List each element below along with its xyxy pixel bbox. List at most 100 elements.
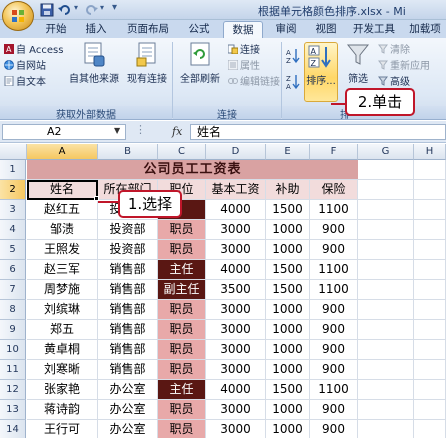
- tab-formulas[interactable]: 公式: [180, 21, 218, 38]
- table-cell[interactable]: 办公室: [98, 380, 158, 400]
- formula-input[interactable]: 姓名: [190, 124, 446, 140]
- table-cell[interactable]: 职员: [158, 360, 206, 380]
- table-cell[interactable]: 销售部: [98, 360, 158, 380]
- name-box[interactable]: A2: [2, 124, 126, 140]
- undo-icon[interactable]: [58, 3, 72, 17]
- table-cell[interactable]: [358, 260, 414, 280]
- table-cell[interactable]: [358, 380, 414, 400]
- table-cell[interactable]: 蒋诗韵: [27, 400, 98, 420]
- edit-links-button[interactable]: 编辑链接: [228, 76, 280, 90]
- clear-button[interactable]: 清除: [378, 44, 410, 58]
- table-cell[interactable]: 王照发: [27, 240, 98, 260]
- row-header-6[interactable]: 6: [0, 260, 26, 280]
- row-header-14[interactable]: 14: [0, 420, 26, 438]
- table-cell[interactable]: [358, 240, 414, 260]
- table-cell[interactable]: 投资部: [98, 240, 158, 260]
- table-title-cell[interactable]: 公司员工工资表: [27, 160, 358, 180]
- table-cell[interactable]: 1100: [310, 280, 358, 300]
- table-cell[interactable]: [414, 380, 446, 400]
- table-cell[interactable]: 赵红五: [27, 200, 98, 220]
- table-cell[interactable]: 1100: [310, 200, 358, 220]
- sort-button[interactable]: A Z 排序...: [304, 44, 338, 87]
- table-cell[interactable]: 张家艳: [27, 380, 98, 400]
- undo-dropdown-icon[interactable]: ▾: [74, 3, 78, 12]
- table-cell[interactable]: [414, 200, 446, 220]
- table-cell[interactable]: 1500: [266, 280, 310, 300]
- table-cell[interactable]: 主任: [158, 380, 206, 400]
- table-cell[interactable]: 900: [310, 360, 358, 380]
- table-cell[interactable]: [358, 180, 414, 200]
- worksheet-grid[interactable]: A B C D E F G H 12姓名所在部门职位基本工资补助保险3赵红五投资…: [0, 144, 446, 438]
- row-header-8[interactable]: 8: [0, 300, 26, 320]
- row-header-10[interactable]: 10: [0, 340, 26, 360]
- table-cell[interactable]: 3000: [206, 220, 266, 240]
- from-access-button[interactable]: A 自 Access: [4, 44, 63, 58]
- redo-icon[interactable]: [84, 3, 98, 17]
- column-heading-cell[interactable]: 保险: [310, 180, 358, 200]
- table-cell[interactable]: [414, 220, 446, 240]
- table-cell[interactable]: 职员: [158, 400, 206, 420]
- table-cell[interactable]: 1000: [266, 300, 310, 320]
- table-cell[interactable]: [358, 400, 414, 420]
- table-cell[interactable]: 办公室: [98, 400, 158, 420]
- row-header-4[interactable]: 4: [0, 220, 26, 240]
- table-cell[interactable]: 1500: [266, 200, 310, 220]
- column-header-a[interactable]: A: [27, 144, 98, 160]
- insert-function-icon[interactable]: fx: [172, 125, 182, 138]
- reapply-button[interactable]: 重新应用: [378, 60, 430, 74]
- table-cell[interactable]: 900: [310, 400, 358, 420]
- row-header-9[interactable]: 9: [0, 320, 26, 340]
- tab-view[interactable]: 视图: [308, 21, 344, 38]
- tab-developer[interactable]: 开发工具: [348, 21, 400, 38]
- table-cell[interactable]: 职员: [158, 300, 206, 320]
- row-header-11[interactable]: 11: [0, 360, 26, 380]
- table-cell[interactable]: [414, 160, 446, 180]
- table-cell[interactable]: 1500: [266, 380, 310, 400]
- table-cell[interactable]: 4000: [206, 380, 266, 400]
- column-heading-cell[interactable]: 姓名: [27, 180, 98, 200]
- table-cell[interactable]: [358, 300, 414, 320]
- office-button[interactable]: [2, 1, 34, 31]
- table-cell[interactable]: 黄卓桐: [27, 340, 98, 360]
- table-cell[interactable]: 职员: [158, 240, 206, 260]
- table-cell[interactable]: 4000: [206, 200, 266, 220]
- existing-connections-button[interactable]: 现有连接: [124, 42, 170, 85]
- table-cell[interactable]: 销售部: [98, 320, 158, 340]
- table-cell[interactable]: 1000: [266, 420, 310, 438]
- column-header-b[interactable]: B: [98, 144, 158, 160]
- tab-addins[interactable]: 加载项: [404, 21, 446, 38]
- table-cell[interactable]: 投资部: [98, 220, 158, 240]
- table-cell[interactable]: [414, 320, 446, 340]
- refresh-all-button[interactable]: 全部刷新: [176, 42, 224, 85]
- table-cell[interactable]: 1000: [266, 400, 310, 420]
- table-cell[interactable]: [358, 200, 414, 220]
- table-cell[interactable]: 刘缤琳: [27, 300, 98, 320]
- table-cell[interactable]: 3000: [206, 420, 266, 438]
- redo-dropdown-icon[interactable]: ▾: [100, 3, 104, 12]
- table-cell[interactable]: [358, 420, 414, 438]
- table-cell[interactable]: 900: [310, 240, 358, 260]
- table-cell[interactable]: [358, 220, 414, 240]
- table-cell[interactable]: 主任: [158, 260, 206, 280]
- table-cell[interactable]: 职员: [158, 340, 206, 360]
- sort-descending-icon[interactable]: Z A: [286, 74, 300, 90]
- table-cell[interactable]: 3000: [206, 340, 266, 360]
- table-cell[interactable]: 1100: [310, 380, 358, 400]
- table-cell[interactable]: 王行可: [27, 420, 98, 438]
- table-cell[interactable]: [414, 400, 446, 420]
- column-heading-cell[interactable]: 基本工资: [206, 180, 266, 200]
- row-header-7[interactable]: 7: [0, 280, 26, 300]
- table-cell[interactable]: 1000: [266, 220, 310, 240]
- table-cell[interactable]: 1100: [310, 260, 358, 280]
- table-cell[interactable]: 3000: [206, 320, 266, 340]
- column-header-c[interactable]: C: [158, 144, 206, 160]
- table-cell[interactable]: [414, 420, 446, 438]
- filter-button[interactable]: 筛选: [342, 42, 374, 85]
- table-cell[interactable]: 职员: [158, 420, 206, 438]
- from-web-button[interactable]: 自网站: [4, 60, 46, 74]
- table-cell[interactable]: 3000: [206, 400, 266, 420]
- table-cell[interactable]: [414, 300, 446, 320]
- table-cell[interactable]: 1500: [266, 260, 310, 280]
- sort-ascending-icon[interactable]: A Z: [286, 48, 300, 64]
- column-header-e[interactable]: E: [266, 144, 310, 160]
